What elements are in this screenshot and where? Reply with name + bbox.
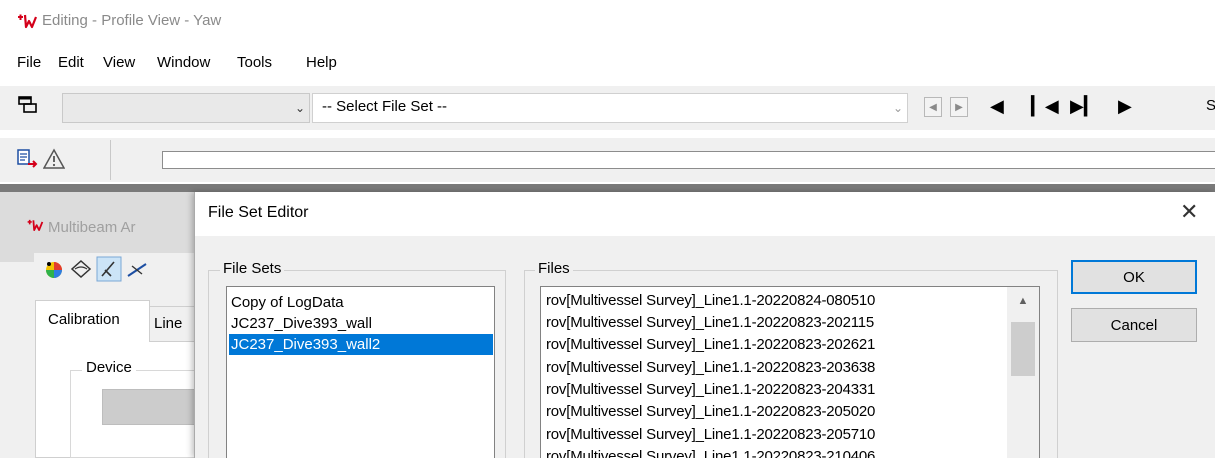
- file-row[interactable]: rov[Multivessel Survey]_Line1.1-20220823…: [546, 334, 875, 356]
- toolbar-separator: [110, 140, 111, 180]
- list-item[interactable]: Copy of LogData: [229, 292, 344, 313]
- page-prev-icon[interactable]: ◀: [924, 97, 942, 117]
- cancel-button[interactable]: Cancel: [1071, 308, 1197, 342]
- file-row[interactable]: rov[Multivessel Survey]_Line1.1-20220824…: [546, 290, 875, 312]
- page-next-icon[interactable]: ▶: [950, 97, 968, 117]
- tab-line[interactable]: Line: [150, 306, 200, 342]
- dialog-titlebar: [195, 192, 1215, 236]
- play-icon[interactable]: ▶: [1118, 95, 1132, 117]
- window-title: Editing - Profile View - Yaw: [42, 12, 222, 29]
- first-icon[interactable]: ▎◀: [1031, 95, 1059, 117]
- mdi-divider: [0, 184, 1215, 192]
- menu-bar: File Edit View Window Tools Help: [0, 54, 600, 80]
- measure-icon[interactable]: [126, 258, 148, 280]
- previous-icon[interactable]: ◀: [990, 95, 1004, 117]
- window-layout-icon[interactable]: [18, 96, 38, 114]
- multibeam-toolbar: [34, 253, 200, 283]
- menu-window[interactable]: Window: [157, 54, 210, 71]
- status-field: [162, 151, 1215, 169]
- last-icon[interactable]: ▶▎: [1070, 95, 1098, 117]
- scrollbar-thumb[interactable]: [1011, 322, 1035, 376]
- warning-icon[interactable]: [43, 148, 65, 170]
- ok-button[interactable]: OK: [1071, 260, 1197, 294]
- device-group-label: Device: [82, 359, 136, 376]
- color-palette-icon[interactable]: [42, 258, 64, 280]
- menu-view[interactable]: View: [103, 54, 135, 71]
- menu-help[interactable]: Help: [306, 54, 337, 71]
- files-label: Files: [535, 260, 573, 277]
- device-combo[interactable]: [62, 93, 310, 123]
- tab-calibration[interactable]: Calibration: [35, 300, 150, 342]
- multibeam-title: Multibeam Ar: [48, 219, 136, 236]
- close-icon[interactable]: ✕: [1180, 201, 1198, 223]
- file-row[interactable]: rov[Multivessel Survey]_Line1.1-20220823…: [546, 401, 875, 423]
- file-row[interactable]: rov[Multivessel Survey]_Line1.1-20220823…: [546, 312, 874, 334]
- list-item-selected[interactable]: JC237_Dive393_wall2: [229, 334, 493, 355]
- device-button[interactable]: [102, 389, 200, 425]
- app-logo-icon: [27, 219, 44, 231]
- select-tool-icon[interactable]: [96, 256, 122, 282]
- file-sets-label: File Sets: [220, 260, 285, 277]
- file-row[interactable]: rov[Multivessel Survey]_Line1.1-20220823…: [546, 424, 875, 446]
- menu-file[interactable]: File: [17, 54, 41, 71]
- process-icon[interactable]: [16, 148, 40, 172]
- file-row[interactable]: rov[Multivessel Survey]_Line1.1-20220823…: [546, 357, 875, 379]
- file-row[interactable]: rov[Multivessel Survey]_Line1.1-20220823…: [546, 379, 875, 401]
- app-logo-icon: [18, 14, 38, 29]
- chevron-up-icon[interactable]: ▲: [1007, 290, 1039, 312]
- list-item[interactable]: JC237_Dive393_wall: [229, 313, 372, 334]
- chevron-down-icon[interactable]: ⌄: [290, 93, 310, 123]
- surface-icon[interactable]: [70, 258, 92, 280]
- toolbar-overflow-text: S: [1206, 97, 1215, 114]
- file-row[interactable]: rov[Multivessel Survey]_Line1.1-20220823…: [546, 446, 875, 458]
- menu-edit[interactable]: Edit: [58, 54, 84, 71]
- menu-tools[interactable]: Tools: [237, 54, 272, 71]
- chevron-down-icon[interactable]: ⌄: [888, 93, 908, 123]
- dialog-title: File Set Editor: [208, 204, 309, 221]
- file-set-select-value: -- Select File Set --: [322, 98, 448, 115]
